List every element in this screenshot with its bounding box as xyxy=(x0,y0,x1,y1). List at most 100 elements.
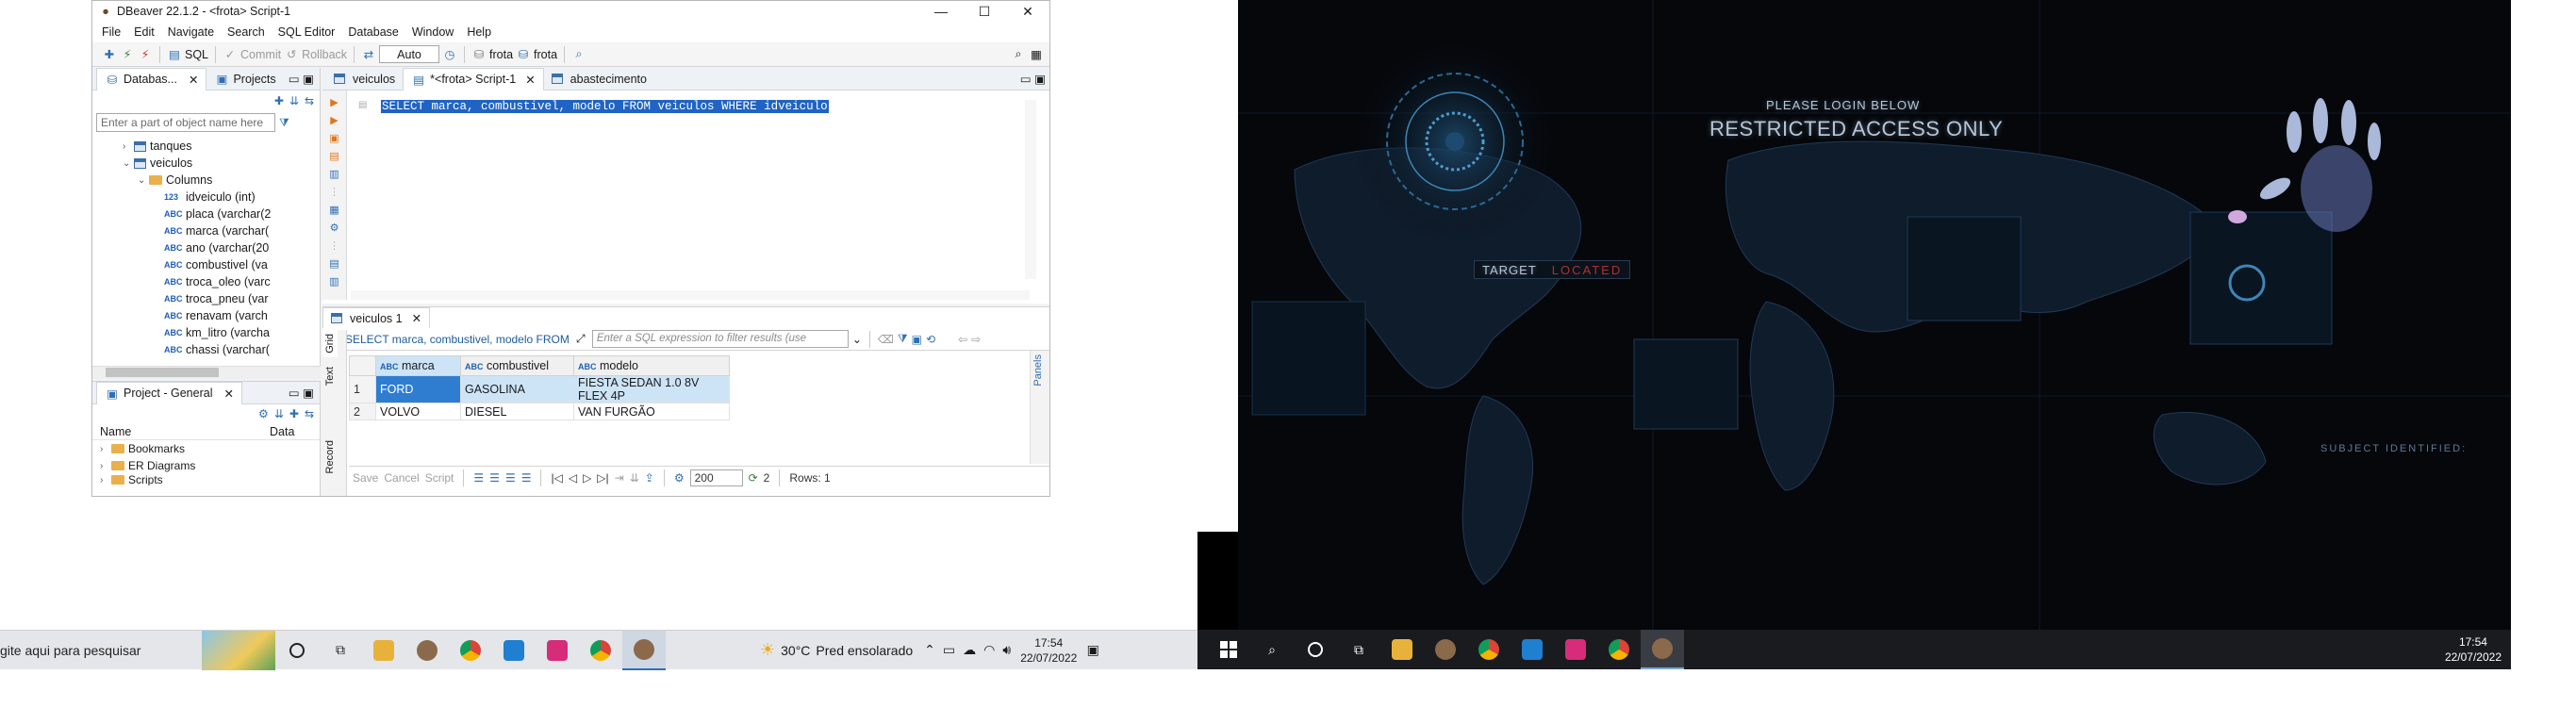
grid-cell[interactable]: FIESTA SEDAN 1.0 8V FLEX 4P xyxy=(573,375,730,403)
transaction-mode-select[interactable]: Auto xyxy=(379,45,440,63)
project-item-er-diagrams[interactable]: › ER Diagrams xyxy=(92,457,320,474)
column-name-header[interactable]: Name xyxy=(100,425,270,438)
execute-statement-icon[interactable]: ▶ xyxy=(330,96,338,108)
expand-filter-icon[interactable]: ⤢ xyxy=(573,332,588,347)
grid-cell[interactable]: DIESEL xyxy=(460,403,574,420)
grid-cell[interactable]: FORD xyxy=(375,375,461,403)
column-header-marca[interactable]: ABC marca xyxy=(375,355,461,376)
close-icon[interactable]: ✕ xyxy=(412,311,421,325)
network-icon[interactable]: ▭ xyxy=(943,642,955,658)
panel-icon[interactable]: ▥ xyxy=(329,275,339,288)
minimize-view-icon[interactable]: ▭ ▣ xyxy=(1020,72,1046,86)
tree-node[interactable]: ABC km_litro (varcha xyxy=(92,324,320,341)
fetch-all-icon[interactable]: ⇊ xyxy=(630,471,639,485)
tab-database-navigator[interactable]: ⛁ Databas... ✕ xyxy=(96,67,207,90)
tree-node[interactable]: ABC marca (varchar( xyxy=(92,222,320,239)
app-magenta-icon[interactable] xyxy=(536,631,579,670)
disconnect-icon[interactable]: ⚡ xyxy=(138,47,153,62)
dbeaver-active-icon[interactable] xyxy=(1641,630,1684,669)
menu-sql-editor[interactable]: SQL Editor xyxy=(278,25,336,39)
column-header-combustivel[interactable]: ABC combustivel xyxy=(460,355,574,376)
minimize-button[interactable]: — xyxy=(919,4,963,20)
minimize-view-icon[interactable]: ▭ ▣ xyxy=(289,72,314,86)
link-editor-icon[interactable]: ⇆ xyxy=(305,94,314,107)
weather-widget[interactable]: ☀ 30°C Pred ensolarado xyxy=(760,640,913,660)
explain-plan-icon[interactable]: ▤ xyxy=(329,150,339,162)
filter-icon[interactable]: ⧩ xyxy=(279,116,289,130)
cancel-button[interactable]: Cancel xyxy=(384,471,419,485)
close-icon[interactable]: ✕ xyxy=(223,387,233,401)
tab-veiculos-1[interactable]: veiculos 1 ✕ xyxy=(322,307,431,328)
prev-page-icon[interactable]: ◁ xyxy=(569,471,577,485)
close-button[interactable]: ✕ xyxy=(1006,4,1049,20)
dbeaver-taskbar-icon[interactable] xyxy=(405,631,449,670)
file-explorer-icon[interactable] xyxy=(362,631,405,670)
delete-row-icon[interactable]: ☰ xyxy=(521,471,532,485)
sql-text-selection[interactable]: SELECT marca, combustivel, modelo FROM v… xyxy=(381,100,829,113)
tree-caret-icon[interactable]: › xyxy=(123,141,134,152)
tab-script-1[interactable]: ▤ *<frota> Script-1 ✕ xyxy=(403,67,544,90)
wifi-icon[interactable]: ◠ xyxy=(983,642,995,658)
start-icon[interactable] xyxy=(1207,630,1250,669)
tab-project-general[interactable]: ▣ Project - General ✕ xyxy=(96,381,242,404)
filter-history-icon[interactable]: ⌄ xyxy=(852,333,862,346)
tree-node[interactable]: › tanques xyxy=(92,138,320,155)
navigator-filter-input[interactable]: Enter a part of object name here xyxy=(96,113,275,132)
tree-node[interactable]: ABC placa (varchar(2 xyxy=(92,206,320,222)
grid-cell[interactable]: VAN FURGÃO xyxy=(573,403,730,420)
volume-icon[interactable]: 🔊︎ xyxy=(1002,642,1011,658)
search-icon[interactable]: ⌕ xyxy=(1011,47,1026,62)
tab-grid[interactable]: Grid xyxy=(322,330,338,357)
tree-node[interactable]: 123 idveiculo (int) xyxy=(92,189,320,206)
menu-database[interactable]: Database xyxy=(348,25,399,39)
column-header-modelo[interactable]: ABC modelo xyxy=(573,355,730,376)
search-tool-icon[interactable]: ⌕ xyxy=(571,47,586,62)
tab-projects[interactable]: ▣ Projects xyxy=(206,68,283,90)
save-button[interactable]: Save xyxy=(353,471,378,485)
chrome-profile-icon[interactable] xyxy=(579,631,622,670)
load-script-icon[interactable]: ▥ xyxy=(329,168,339,180)
tab-record[interactable]: Record xyxy=(322,436,338,477)
horizontal-scrollbar[interactable] xyxy=(92,366,321,379)
menu-edit[interactable]: Edit xyxy=(134,25,155,39)
tab-veiculos[interactable]: veiculos xyxy=(326,68,403,90)
output-icon[interactable]: ▦ xyxy=(329,204,339,216)
tree-node[interactable]: ABC ano (varchar(20 xyxy=(92,239,320,256)
vscode-icon[interactable] xyxy=(1511,630,1554,669)
results-filter-input[interactable]: Enter a SQL expression to filter results… xyxy=(591,330,849,348)
execute-new-tab-icon[interactable]: ▣ xyxy=(329,132,339,144)
add-icon[interactable]: ✚ xyxy=(289,407,299,420)
table-row[interactable]: 2 VOLVO DIESEL VAN FURGÃO xyxy=(349,403,730,420)
tree-node[interactable]: ABC chassi (varchar( xyxy=(92,341,320,358)
column-data-header[interactable]: Data xyxy=(270,425,294,438)
close-icon[interactable]: ✕ xyxy=(525,73,535,87)
save-filter-icon[interactable]: ▣ xyxy=(912,333,922,346)
task-view-icon[interactable]: ⧉ xyxy=(1337,630,1380,669)
vertical-scrollbar[interactable] xyxy=(1025,100,1036,279)
first-page-icon[interactable]: |◁ xyxy=(551,471,562,485)
forward-icon[interactable]: ⇨ xyxy=(971,333,981,346)
notification-icon[interactable]: ▣ xyxy=(1077,631,1109,670)
edit-row-icon[interactable]: ☰ xyxy=(473,471,484,485)
tab-panels[interactable]: Panels xyxy=(1031,351,1046,390)
connect-icon[interactable]: ⚡ xyxy=(120,47,135,62)
cortana-icon[interactable] xyxy=(1294,630,1337,669)
outline-icon[interactable]: ▤ xyxy=(329,257,339,270)
perspective-icon[interactable]: ▦ xyxy=(1029,47,1044,62)
menu-window[interactable]: Window xyxy=(412,25,454,39)
table-row[interactable]: 1 FORD GASOLINA FIESTA SEDAN 1.0 8V FLEX… xyxy=(349,375,730,403)
clear-filter-icon[interactable]: ⌫ xyxy=(878,333,894,346)
schema-select[interactable]: frota xyxy=(534,48,557,61)
export-icon[interactable]: ⇪ xyxy=(645,471,654,485)
transaction-mode-icon[interactable]: ⇄ xyxy=(361,47,376,62)
search-icon[interactable]: ⌕ xyxy=(1250,630,1294,669)
dbeaver-active-icon[interactable] xyxy=(622,630,666,670)
chrome-profile-icon[interactable] xyxy=(1597,630,1641,669)
editor-horizontal-scrollbar[interactable] xyxy=(351,290,1030,300)
cloud-icon[interactable]: ☁ xyxy=(963,642,976,658)
history-icon[interactable]: ◷ xyxy=(442,47,457,62)
menu-navigate[interactable]: Navigate xyxy=(168,25,214,39)
datasource-select[interactable]: frota xyxy=(489,48,513,61)
tree-caret-icon[interactable]: ⌄ xyxy=(138,175,149,186)
tree-node[interactable]: ABC combustivel (va xyxy=(92,256,320,273)
